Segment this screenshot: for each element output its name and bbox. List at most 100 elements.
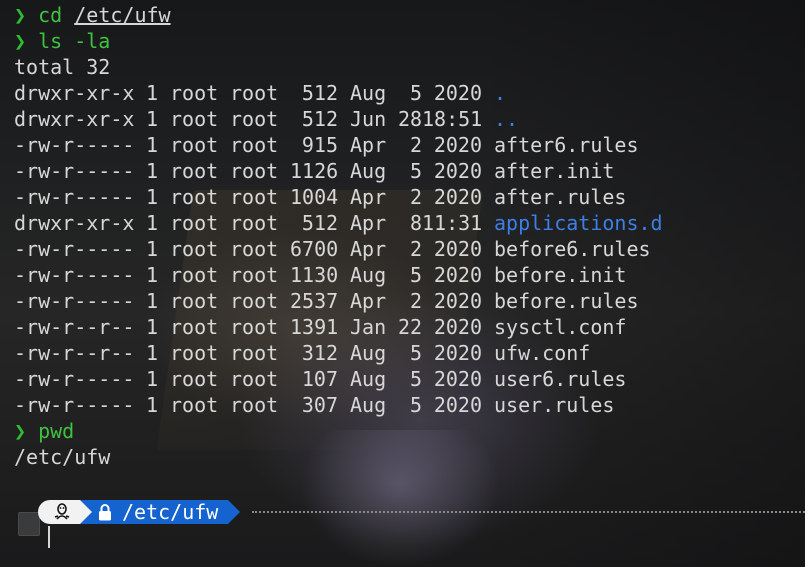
links-cell: 1 bbox=[146, 289, 159, 313]
command-line: ❯ ls -la bbox=[14, 28, 805, 54]
time-cell: 2020 bbox=[433, 315, 482, 339]
filename-cell[interactable]: . bbox=[482, 80, 506, 106]
filename-cell[interactable]: before6.rules bbox=[482, 236, 651, 262]
filename-cell[interactable]: before.rules bbox=[482, 288, 639, 314]
month-cell: Aug bbox=[350, 81, 387, 105]
time-cell: 11:31 bbox=[422, 211, 483, 235]
listing-row: -rw-r--r-- 1 root root 312 Aug 5 2020 ufw.conf bbox=[14, 340, 805, 366]
group-cell: root bbox=[230, 133, 279, 157]
listing-row: -rw-r----- 1 root root 2537 Apr 2 2020 before.ru… bbox=[14, 288, 805, 314]
directory-listing: drwxr-xr-x 1 root root 512 Aug 5 2020. drwxr-xr-… bbox=[14, 80, 805, 418]
filename-cell[interactable]: .. bbox=[482, 106, 518, 132]
links-cell: 1 bbox=[146, 367, 159, 391]
links-cell: 1 bbox=[146, 107, 159, 131]
group-cell: root bbox=[230, 393, 279, 417]
size-cell: 512 bbox=[301, 107, 338, 131]
time-cell: 18:51 bbox=[422, 107, 483, 131]
links-cell: 1 bbox=[146, 81, 159, 105]
filename-cell[interactable]: after.init bbox=[482, 158, 614, 184]
time-cell: 2020 bbox=[433, 367, 482, 391]
day-cell: 5 bbox=[409, 393, 422, 417]
filename-cell[interactable]: user.rules bbox=[482, 392, 614, 418]
day-cell: 5 bbox=[409, 263, 422, 287]
size-cell: 2537 bbox=[290, 289, 339, 313]
time-cell: 2020 bbox=[433, 185, 482, 209]
month-cell: Apr bbox=[350, 237, 387, 261]
group-cell: root bbox=[230, 107, 279, 131]
owner-cell: root bbox=[170, 263, 219, 287]
filename-cell[interactable]: after.rules bbox=[482, 184, 626, 210]
links-cell: 1 bbox=[146, 133, 159, 157]
prompt-arrow-icon: ❯ bbox=[14, 3, 27, 27]
filename-cell[interactable]: sysctl.conf bbox=[482, 314, 626, 340]
group-cell: root bbox=[230, 159, 279, 183]
listing-row: drwxr-xr-x 1 root root 512 Jun 2818:51.. bbox=[14, 106, 805, 132]
size-cell: 512 bbox=[301, 81, 338, 105]
command-name: pwd bbox=[38, 419, 75, 443]
filename-cell[interactable]: applications.d bbox=[482, 210, 663, 236]
group-cell: root bbox=[230, 185, 279, 209]
owner-cell: root bbox=[170, 367, 219, 391]
lock-icon bbox=[98, 503, 112, 521]
size-cell: 6700 bbox=[290, 237, 339, 261]
size-cell: 312 bbox=[301, 341, 338, 365]
command-name: ls -la bbox=[38, 29, 111, 53]
month-cell: Aug bbox=[350, 367, 387, 391]
time-cell: 2020 bbox=[433, 159, 482, 183]
day-cell: 2 bbox=[409, 237, 422, 261]
permissions-cell: -rw-r----- bbox=[14, 133, 135, 157]
listing-row: -rw-r----- 1 root root 1126 Aug 5 2020 after.ini… bbox=[14, 158, 805, 184]
day-cell: 5 bbox=[409, 341, 422, 365]
filename-cell[interactable]: after6.rules bbox=[482, 132, 639, 158]
listing-row: drwxr-xr-x 1 root root 512 Aug 5 2020. bbox=[14, 80, 805, 106]
permissions-cell: -rw-r----- bbox=[14, 237, 135, 261]
listing-row: -rw-r--r-- 1 root root 1391 Jan 22 2020 sysctl.c… bbox=[14, 314, 805, 340]
owner-cell: root bbox=[170, 159, 219, 183]
month-cell: Aug bbox=[350, 263, 387, 287]
filename-cell[interactable]: ufw.conf bbox=[482, 340, 590, 366]
terminal-output: ❯ cd /etc/ufw ❯ ls -la total 32 drwxr-xr… bbox=[14, 2, 805, 470]
permissions-cell: -rw-r----- bbox=[14, 289, 135, 313]
time-cell: 2020 bbox=[433, 81, 482, 105]
size-cell: 1391 bbox=[290, 315, 339, 339]
prompt-arrow-icon: ❯ bbox=[14, 419, 27, 443]
links-cell: 1 bbox=[146, 211, 159, 235]
permissions-cell: -rw-r----- bbox=[14, 367, 135, 391]
links-cell: 1 bbox=[146, 393, 159, 417]
owner-cell: root bbox=[170, 237, 219, 261]
terminal-window[interactable]: ❯ cd /etc/ufw ❯ ls -la total 32 drwxr-xr… bbox=[0, 0, 805, 567]
links-cell: 1 bbox=[146, 185, 159, 209]
links-cell: 1 bbox=[146, 315, 159, 339]
prompt-arrow-icon: ❯ bbox=[14, 29, 27, 53]
filename-cell[interactable]: user6.rules bbox=[482, 366, 626, 392]
size-cell: 1004 bbox=[290, 185, 339, 209]
time-cell: 2020 bbox=[433, 237, 482, 261]
powerline-end-separator bbox=[228, 500, 241, 524]
day-cell: 22 bbox=[398, 315, 423, 339]
command-name: cd bbox=[38, 3, 63, 27]
group-cell: root bbox=[230, 341, 279, 365]
day-cell: 2 bbox=[409, 289, 422, 313]
gutter-box bbox=[18, 512, 40, 536]
group-cell: root bbox=[230, 289, 279, 313]
size-cell: 915 bbox=[301, 133, 338, 157]
listing-row: -rw-r----- 1 root root 1130 Aug 5 2020 before.in… bbox=[14, 262, 805, 288]
pwd-output: /etc/ufw bbox=[14, 445, 111, 469]
group-cell: root bbox=[230, 367, 279, 391]
permissions-cell: -rw-r----- bbox=[14, 159, 135, 183]
listing-row: -rw-r----- 1 root root 107 Aug 5 2020 user6.rule… bbox=[14, 366, 805, 392]
owner-cell: root bbox=[170, 133, 219, 157]
permissions-cell: -rw-r----- bbox=[14, 393, 135, 417]
filename-cell[interactable]: before.init bbox=[482, 262, 626, 288]
links-cell: 1 bbox=[146, 237, 159, 261]
text-cursor[interactable] bbox=[48, 526, 50, 548]
owner-cell: root bbox=[170, 341, 219, 365]
month-cell: Aug bbox=[350, 341, 387, 365]
prompt-fill-dots bbox=[252, 511, 805, 513]
links-cell: 1 bbox=[146, 159, 159, 183]
permissions-cell: drwxr-xr-x bbox=[14, 107, 135, 131]
command-path-argument[interactable]: /etc/ufw bbox=[74, 3, 170, 27]
month-cell: Aug bbox=[350, 159, 387, 183]
owner-cell: root bbox=[170, 393, 219, 417]
month-cell: Apr bbox=[350, 289, 387, 313]
